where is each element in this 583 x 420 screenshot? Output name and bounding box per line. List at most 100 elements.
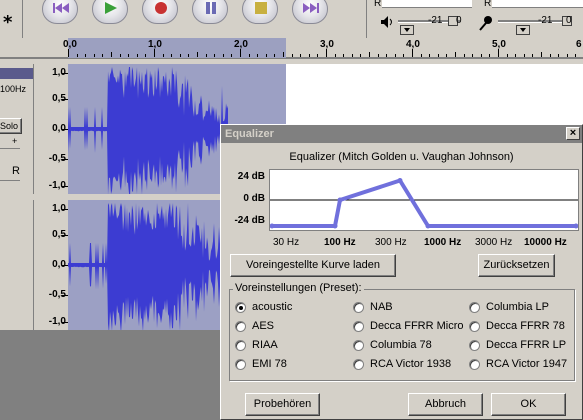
radio-button[interactable] <box>235 321 246 332</box>
ruler-label: 6 <box>576 39 582 50</box>
eq-control-point[interactable] <box>337 197 343 203</box>
ruler-tick <box>369 52 370 57</box>
preset-radio-label: Decca FFRR 78 <box>486 320 565 332</box>
preset-radio-label: NAB <box>370 301 393 313</box>
ruler-tick <box>437 54 439 57</box>
ok-label: OK <box>520 398 537 410</box>
preset-radio-label: acoustic <box>252 301 293 313</box>
solo-button[interactable]: Solo <box>0 118 22 134</box>
gain-plus-label: + <box>12 136 18 146</box>
ruler-tick <box>558 54 560 57</box>
ruler-tick <box>76 54 78 57</box>
output-level-meter <box>382 0 472 8</box>
cancel-button[interactable]: Abbruch <box>408 393 483 416</box>
toolbar: * R R -21 0 -21 0 <box>0 0 583 38</box>
ruler-tick <box>506 54 508 57</box>
ruler-tick <box>343 54 345 57</box>
solo-button-label: Solo <box>0 121 18 131</box>
hz-label: 3000 Hz <box>475 237 513 248</box>
hz-label: 300 Hz <box>375 237 407 248</box>
timeline-ruler[interactable]: 0,0 1,0 2,0 3,0 4,0 5,0 6 <box>0 38 583 58</box>
pan-slider-track[interactable] <box>0 180 20 181</box>
ruler-tick <box>351 54 353 57</box>
ruler-tick <box>231 54 233 57</box>
output-meter-channel-label: R <box>374 0 382 9</box>
ruler-tick <box>179 54 181 57</box>
preset-radio-label: EMI 78 <box>252 358 287 370</box>
ruler-tick <box>197 52 198 57</box>
ok-button[interactable]: OK <box>491 393 566 416</box>
ruler-tick <box>128 54 130 57</box>
radio-button[interactable] <box>469 340 480 351</box>
ruler-tick <box>145 54 147 57</box>
gain-slider-track[interactable] <box>0 148 20 149</box>
ruler-tick <box>317 54 319 57</box>
close-button[interactable]: × <box>566 127 580 140</box>
eq-curve-graph[interactable] <box>269 169 579 231</box>
ruler-tick <box>455 52 456 57</box>
preset-radio-label: Decca FFRR LP <box>486 339 567 351</box>
waveform-shape <box>68 203 228 330</box>
preset-radio-label: RCA Victor 1947 <box>486 358 568 370</box>
radio-button[interactable] <box>469 321 480 332</box>
track-title-bar[interactable] <box>0 68 33 79</box>
preset-radio-label: Decca FFRR Micro <box>370 320 464 332</box>
ruler-tick <box>248 54 250 57</box>
ruler-tick <box>498 49 499 57</box>
db-label: 24 dB <box>237 171 265 182</box>
eq-control-point[interactable] <box>397 178 403 183</box>
reset-label: Zurücksetzen <box>483 259 550 271</box>
ruler-tick <box>394 54 396 57</box>
dialog-title-bar[interactable]: Equalizer × <box>221 125 582 143</box>
stop-button[interactable] <box>242 0 278 24</box>
ruler-tick <box>162 54 164 57</box>
radio-button[interactable] <box>469 302 480 313</box>
eq-control-point[interactable] <box>425 223 431 229</box>
input-volume-track <box>498 20 570 23</box>
radio-button[interactable] <box>353 359 364 370</box>
ruler-tick <box>489 54 491 57</box>
preset-radio-label: RCA Victor 1938 <box>370 358 452 370</box>
play-icon <box>105 2 117 14</box>
radio-button[interactable] <box>469 359 480 370</box>
ruler-tick <box>334 54 336 57</box>
db-label: -24 dB <box>234 215 265 226</box>
ruler-tick <box>222 54 224 57</box>
ruler-tick <box>171 54 173 57</box>
radio-button[interactable] <box>353 321 364 332</box>
ruler-tick <box>532 54 534 57</box>
skip-start-icon <box>53 3 69 13</box>
preview-button[interactable]: Probehören <box>245 393 320 416</box>
output-device-dropdown[interactable] <box>400 25 414 35</box>
pause-button[interactable] <box>192 0 228 24</box>
load-preset-curve-button[interactable]: Voreingestellte Kurve laden <box>230 254 396 277</box>
skip-to-end-button[interactable] <box>292 0 328 24</box>
play-button[interactable] <box>92 0 128 24</box>
ruler-tick <box>119 54 121 57</box>
record-button[interactable] <box>142 0 178 24</box>
speaker-icon <box>381 16 392 28</box>
radio-button[interactable] <box>235 302 246 313</box>
eq-control-point[interactable] <box>332 223 338 229</box>
ruler-tick <box>420 54 422 57</box>
ruler-tick <box>463 54 465 57</box>
preset-radio-label: Columbia 78 <box>370 339 432 351</box>
close-icon: × <box>569 127 577 139</box>
pause-icon <box>206 2 216 14</box>
hz-label: 10000 Hz <box>524 237 567 248</box>
ruler-tick <box>283 52 284 57</box>
edit-tool-icon[interactable]: * <box>3 12 12 33</box>
db-label: 0 dB <box>243 193 265 204</box>
ruler-tick <box>360 54 362 57</box>
ruler-tick <box>523 54 525 57</box>
reset-button[interactable]: Zurücksetzen <box>478 254 555 277</box>
skip-to-start-button[interactable] <box>42 0 78 24</box>
radio-button[interactable] <box>235 359 246 370</box>
ruler-tick <box>472 54 474 57</box>
radio-button[interactable] <box>235 340 246 351</box>
radio-button[interactable] <box>353 340 364 351</box>
stop-icon <box>255 2 267 14</box>
radio-button[interactable] <box>353 302 364 313</box>
output-meter-tick-label: 0 <box>456 15 462 26</box>
input-device-dropdown[interactable] <box>516 25 530 35</box>
